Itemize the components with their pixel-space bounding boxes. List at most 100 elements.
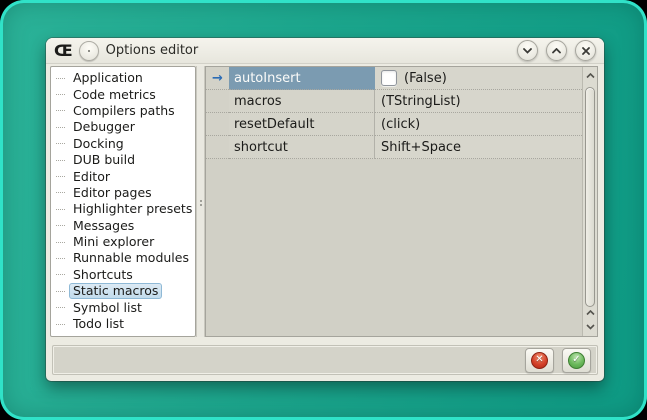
row-gutter — [206, 90, 229, 113]
row-gutter — [206, 136, 229, 159]
titlebar-buttons — [517, 40, 596, 61]
property-row-autoinsert[interactable]: → autoInsert (False) — [206, 67, 582, 90]
sidebar-item-static-macros[interactable]: Static macros — [53, 283, 193, 299]
sidebar-tree[interactable]: ApplicationCode metricsCompilers pathsDe… — [50, 66, 196, 337]
sidebar-item-label: Symbol list — [69, 300, 146, 316]
tree-branch-icon — [56, 176, 65, 177]
sidebar-item-label: Docking — [69, 136, 128, 152]
sidebar-item-highlighter-presets[interactable]: Highlighter presets — [53, 201, 193, 217]
sidebar-item-runnable-modules[interactable]: Runnable modules — [53, 250, 193, 266]
scroll-up-button[interactable] — [583, 69, 597, 83]
row-gutter — [206, 113, 229, 136]
property-value-text: (click) — [381, 117, 420, 132]
sidebar-item-label: Editor pages — [69, 185, 156, 201]
scroll-down-button[interactable] — [583, 320, 597, 334]
property-value-text: (False) — [404, 71, 447, 86]
sidebar-item-label: Shortcuts — [69, 267, 137, 283]
scrollbar-thumb[interactable] — [585, 87, 595, 307]
vertical-scrollbar[interactable] — [582, 67, 597, 336]
tree-branch-icon — [56, 209, 65, 210]
desktop-background: Œ Options editor — [0, 0, 647, 420]
property-rows: → autoInsert (False) macros (TStringList) res… — [206, 67, 582, 159]
sidebar-item-label: Code metrics — [69, 87, 160, 103]
sidebar-item-label: Editor — [69, 169, 114, 185]
property-name: shortcut — [229, 136, 375, 159]
cancel-icon: ✕ — [531, 352, 548, 369]
sidebar-item-label: Todo list — [69, 316, 128, 332]
window-title: Options editor — [106, 43, 199, 58]
sidebar-item-label: Runnable modules — [69, 250, 193, 266]
property-row-shortcut[interactable]: shortcut Shift+Space — [206, 136, 582, 159]
sidebar-item-symbol-list[interactable]: Symbol list — [53, 299, 193, 315]
maximize-button[interactable] — [546, 40, 567, 61]
sidebar-item-messages[interactable]: Messages — [53, 218, 193, 234]
tree-branch-icon — [56, 324, 65, 325]
tree-branch-icon — [56, 258, 65, 259]
tree-branch-icon — [56, 274, 65, 275]
options-editor-window: Œ Options editor — [46, 38, 604, 381]
chevron-up-icon — [586, 310, 595, 316]
sidebar-item-label: DUB build — [69, 152, 139, 168]
checkbox[interactable] — [381, 70, 397, 86]
window-menu-button[interactable] — [79, 41, 99, 61]
close-button[interactable] — [575, 40, 596, 61]
tree-branch-icon — [56, 242, 65, 243]
chevron-up-icon — [586, 73, 595, 79]
tree-branch-icon — [56, 127, 65, 128]
sidebar-item-docking[interactable]: Docking — [53, 136, 193, 152]
chevron-down-icon — [523, 48, 532, 54]
property-row-macros[interactable]: macros (TStringList) — [206, 90, 582, 113]
footer-bar: ✕ ✓ — [52, 345, 598, 375]
sidebar-item-shortcuts[interactable]: Shortcuts — [53, 267, 193, 283]
titlebar[interactable]: Œ Options editor — [46, 38, 604, 64]
sidebar-item-compilers-paths[interactable]: Compilers paths — [53, 103, 193, 119]
property-row-resetdefault[interactable]: resetDefault (click) — [206, 113, 582, 136]
chevron-down-icon — [586, 324, 595, 330]
sidebar-item-label: Static macros — [69, 283, 162, 299]
splitter-handle[interactable] — [196, 66, 205, 337]
tree-branch-icon — [56, 192, 65, 193]
tree-branch-icon — [56, 307, 65, 308]
ok-button[interactable]: ✓ — [562, 348, 591, 373]
sidebar-item-code-metrics[interactable]: Code metrics — [53, 86, 193, 102]
property-name: macros — [229, 90, 375, 113]
sidebar-item-label: Messages — [69, 218, 138, 234]
tree-branch-icon — [56, 110, 65, 111]
tree-branch-icon — [56, 143, 65, 144]
sidebar-item-application[interactable]: Application — [53, 70, 193, 86]
tree-branch-icon — [56, 291, 65, 292]
ok-icon: ✓ — [568, 352, 585, 369]
sidebar-item-label: Mini explorer — [69, 234, 158, 250]
sidebar-item-label: Application — [69, 70, 147, 86]
scroll-up-button-bottom[interactable] — [583, 306, 597, 320]
tree-branch-icon — [56, 160, 65, 161]
row-gutter: → — [206, 67, 229, 90]
sidebar-item-todo-list[interactable]: Todo list — [53, 316, 193, 332]
property-name: autoInsert — [229, 67, 375, 90]
selected-row-arrow-icon: → — [212, 72, 223, 85]
minimize-button[interactable] — [517, 40, 538, 61]
sidebar-item-label: Compilers paths — [69, 103, 179, 119]
sidebar-item-label: Debugger — [69, 119, 139, 135]
property-value: Shift+Space — [375, 136, 582, 159]
property-value: (TStringList) — [375, 90, 582, 113]
tree-branch-icon — [56, 94, 65, 95]
property-name: resetDefault — [229, 113, 375, 136]
tree-branch-icon — [56, 225, 65, 226]
sidebar-item-dub-build[interactable]: DUB build — [53, 152, 193, 168]
property-value: (click) — [375, 113, 582, 136]
sidebar-item-editor-pages[interactable]: Editor pages — [53, 185, 193, 201]
property-value-text: (TStringList) — [381, 94, 461, 109]
sidebar-item-editor[interactable]: Editor — [53, 168, 193, 184]
sidebar-item-mini-explorer[interactable]: Mini explorer — [53, 234, 193, 250]
app-logo-icon: Œ — [54, 43, 72, 59]
property-grid: → autoInsert (False) macros (TStringList) res… — [205, 66, 598, 337]
chevron-up-icon — [552, 48, 561, 54]
property-value-text: Shift+Space — [381, 140, 461, 155]
tree-branch-icon — [56, 78, 65, 79]
cancel-button[interactable]: ✕ — [525, 348, 554, 373]
sidebar-item-label: Highlighter presets — [69, 201, 196, 217]
sidebar-item-debugger[interactable]: Debugger — [53, 119, 193, 135]
property-value: (False) — [375, 67, 582, 90]
close-icon — [582, 47, 590, 55]
